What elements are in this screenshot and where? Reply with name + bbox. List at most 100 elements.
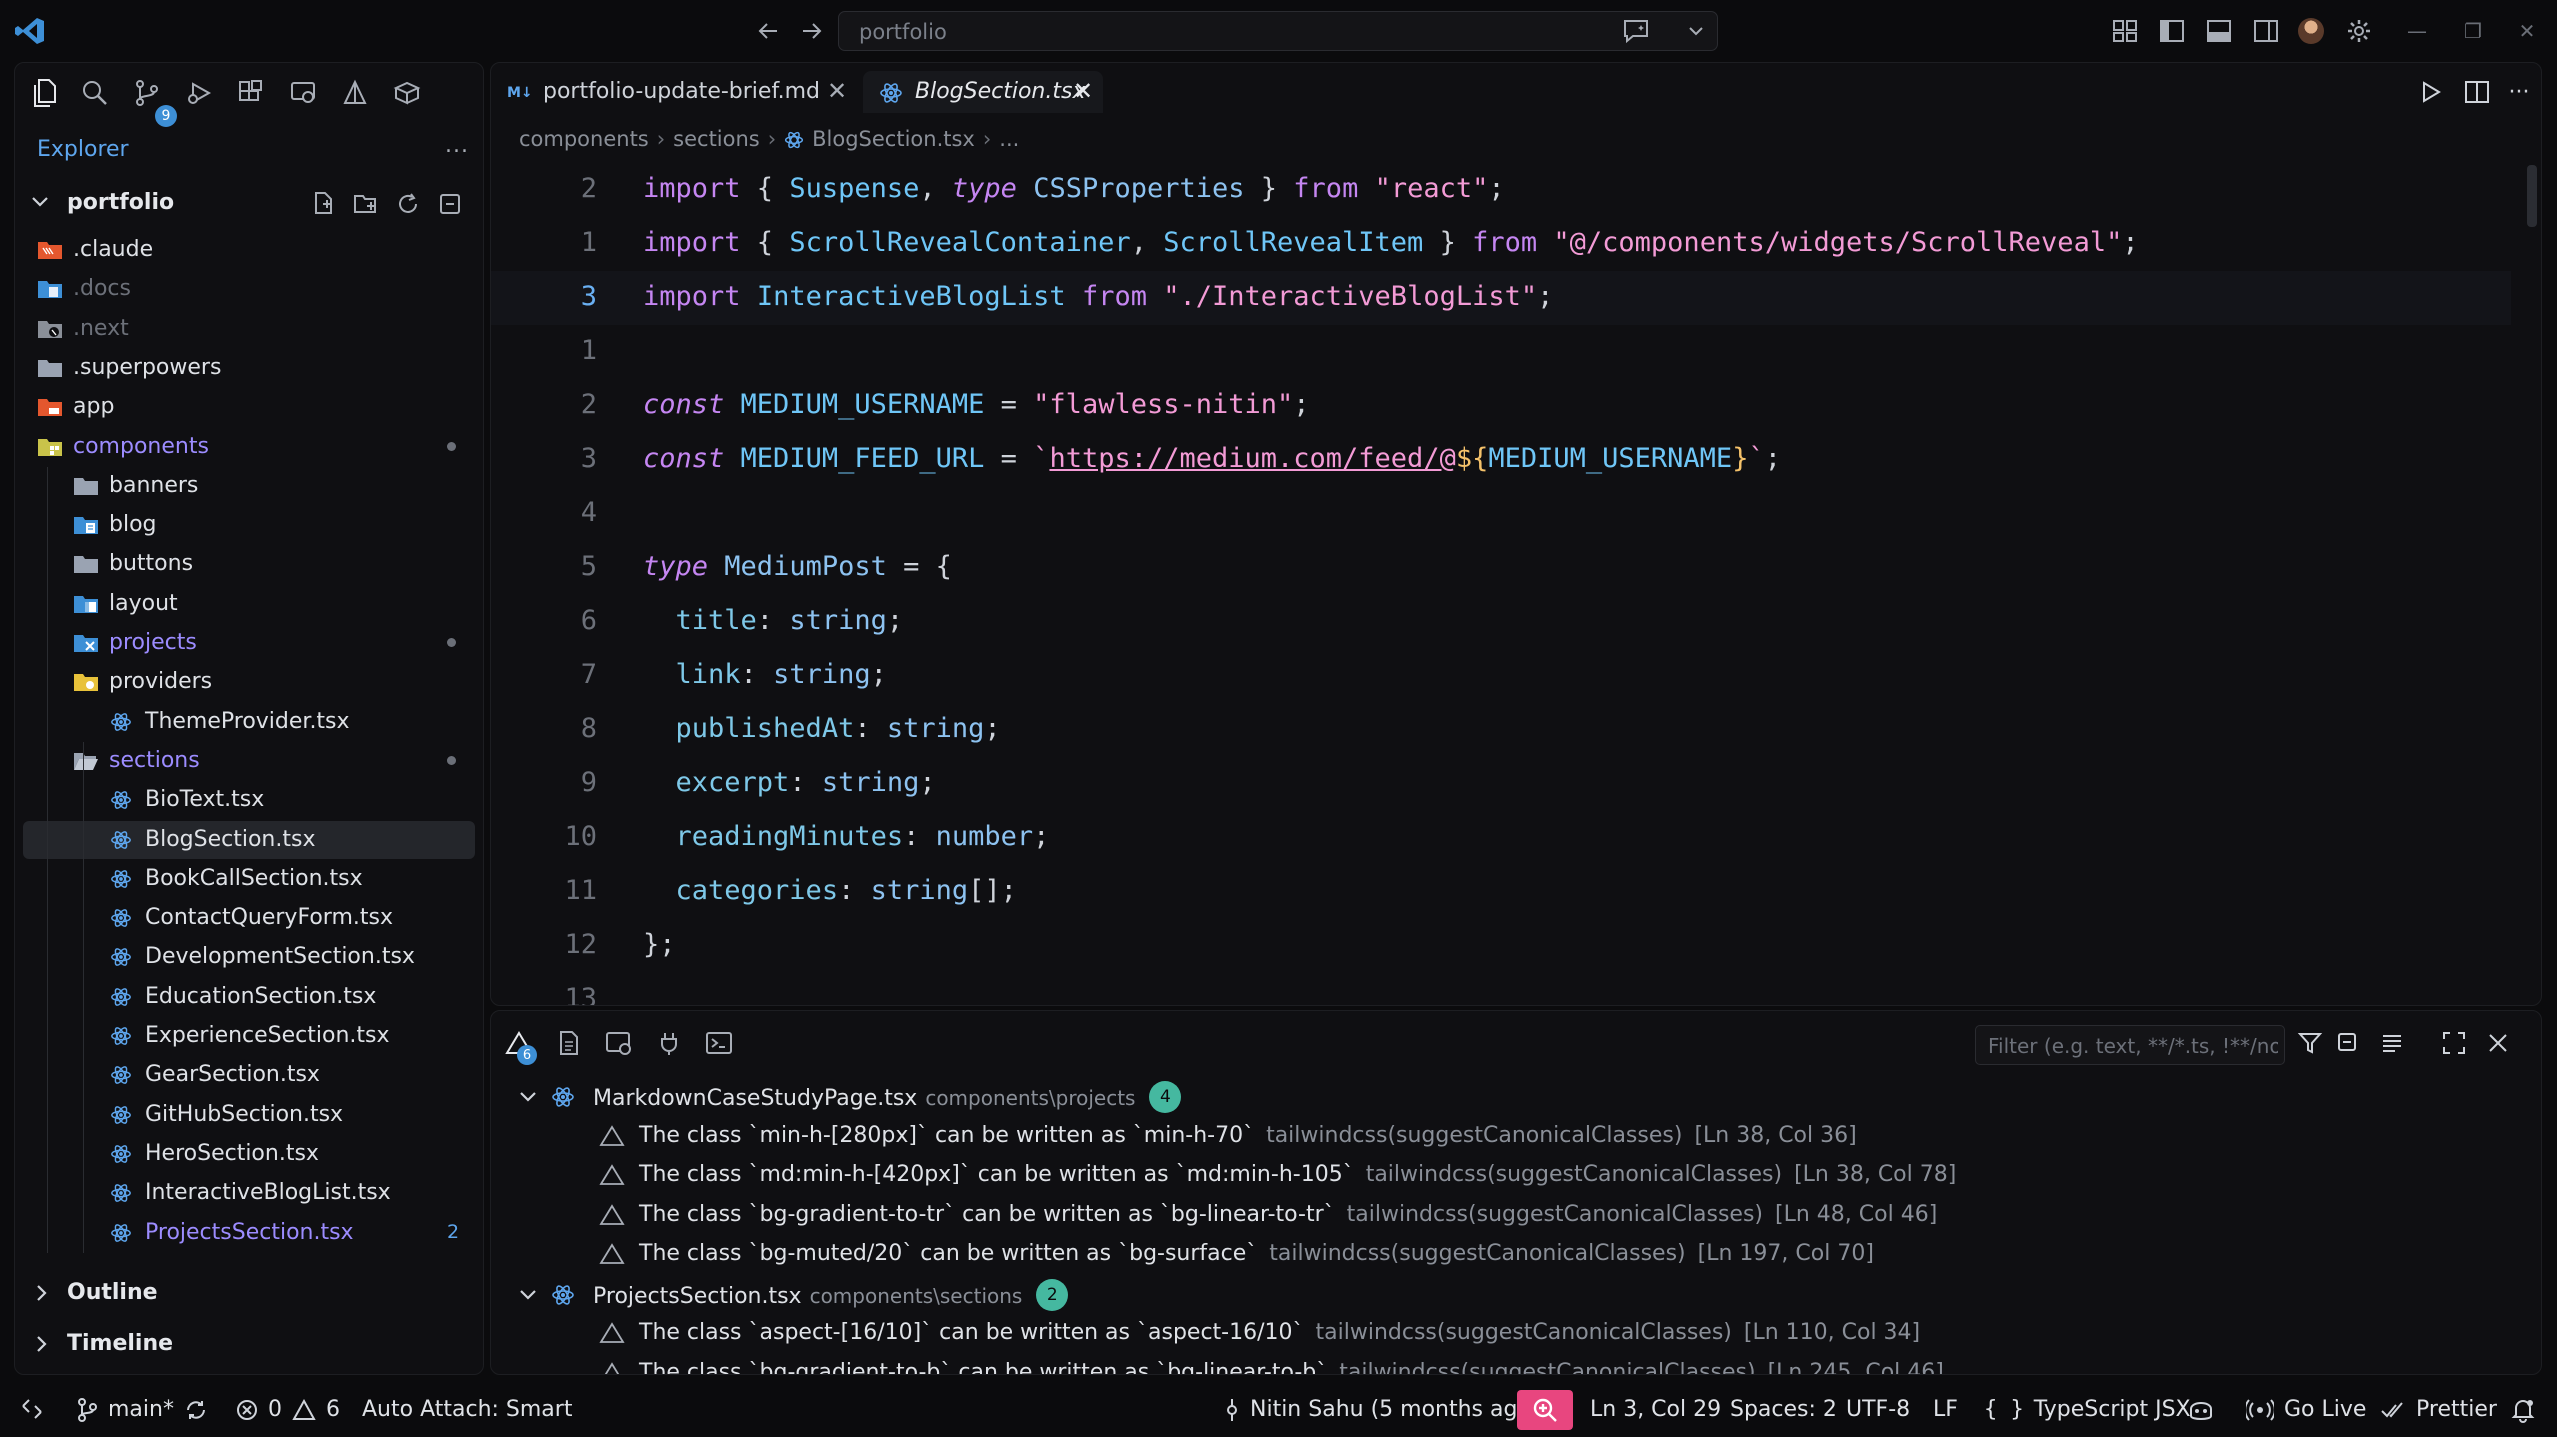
tree-item[interactable]: HeroSection.tsx	[23, 1135, 475, 1173]
cursor-position-status[interactable]: Ln 3, Col 29	[1590, 1397, 1721, 1422]
tree-item[interactable]: sections	[23, 742, 475, 780]
run-file-icon[interactable]	[2415, 77, 2447, 107]
problem-item[interactable]: The class `bg-gradient-to-b` can be writ…	[491, 1354, 2531, 1374]
tree-item[interactable]: .next	[23, 310, 475, 348]
new-folder-icon[interactable]	[351, 189, 381, 219]
collapse-all-icon[interactable]	[435, 189, 465, 219]
restore-button[interactable]: ❐	[2456, 16, 2490, 46]
branch-status[interactable]: main*	[76, 1397, 208, 1422]
tree-item[interactable]: projects	[23, 624, 475, 662]
workspace-root-folder[interactable]: portfolio	[23, 185, 473, 221]
tree-item[interactable]: ProjectsSection.tsx 2	[23, 1214, 475, 1252]
explorer-more-actions[interactable]: ...	[445, 133, 469, 158]
problem-file-group[interactable]: ProjectsSection.tsx components\sections 2	[491, 1275, 2531, 1313]
tree-item[interactable]: BioText.tsx	[23, 781, 475, 819]
outline-section-header[interactable]: Outline	[23, 1273, 475, 1313]
git-blame-status[interactable]: Nitin Sahu (5 months ago)	[1224, 1397, 1540, 1422]
eol-status[interactable]: LF	[1933, 1397, 1958, 1422]
refresh-icon[interactable]	[393, 189, 423, 219]
tree-item[interactable]: banners	[23, 467, 475, 505]
tree-item[interactable]: BookCallSection.tsx	[23, 860, 475, 898]
go-live-status[interactable]: Go Live	[2246, 1397, 2366, 1422]
explorer-files-icon[interactable]	[25, 73, 65, 113]
new-file-icon[interactable]	[309, 189, 339, 219]
auto-attach-status[interactable]: Auto Attach: Smart	[362, 1397, 572, 1422]
maximize-panel-icon[interactable]	[2437, 1025, 2471, 1061]
tree-item[interactable]: .claude	[23, 231, 475, 269]
problem-file-group[interactable]: MarkdownCaseStudyPage.tsx components\proj…	[491, 1077, 2531, 1115]
close-window-button[interactable]: ✕	[2510, 16, 2544, 46]
panel-resize-handle[interactable]: ···	[1503, 997, 1526, 1005]
docker-icon[interactable]	[387, 73, 427, 113]
tree-item[interactable]: blog	[23, 506, 475, 544]
tree-item[interactable]: buttons	[23, 545, 475, 583]
tree-item[interactable]: components	[23, 428, 475, 466]
collapse-all-icon[interactable]	[2331, 1025, 2365, 1061]
gear-icon[interactable]	[2344, 16, 2374, 46]
breadcrumb-item[interactable]: BlogSection.tsx	[812, 127, 975, 151]
language-mode-status[interactable]: { } TypeScript JSX	[1984, 1397, 2191, 1422]
tree-item[interactable]: ThemeProvider.tsx	[23, 703, 475, 741]
editor-scrollbar[interactable]	[2527, 165, 2537, 227]
toggle-primary-sidebar-icon[interactable]	[2157, 16, 2187, 46]
timeline-section-header[interactable]: Timeline	[23, 1324, 475, 1364]
account-avatar[interactable]	[2298, 18, 2324, 44]
problems-filter-input[interactable]	[1986, 1032, 2280, 1060]
toggle-panel-icon[interactable]	[2204, 16, 2234, 46]
close-tab-icon[interactable]: ✕	[827, 77, 847, 105]
extensions-icon[interactable]	[231, 73, 271, 113]
customize-layout-icon[interactable]	[2110, 16, 2140, 46]
filter-icon[interactable]	[2293, 1025, 2327, 1061]
tree-item[interactable]: .docs	[23, 270, 475, 308]
remote-explorer-icon[interactable]	[283, 73, 323, 113]
tree-item[interactable]: BlogSection.tsx	[23, 820, 475, 859]
breadcrumb-item[interactable]: ...	[999, 127, 1019, 151]
tree-item[interactable]: ContactQueryForm.tsx	[23, 899, 475, 937]
back-arrow-icon[interactable]	[752, 16, 784, 46]
deploy-triangle-icon[interactable]	[335, 73, 375, 113]
close-panel-icon[interactable]	[2481, 1025, 2515, 1061]
command-center-search[interactable]: portfolio	[838, 11, 1718, 51]
view-as-list-icon[interactable]	[2375, 1025, 2409, 1061]
tree-item[interactable]: ExperienceSection.tsx	[23, 1017, 475, 1055]
problem-item[interactable]: The class `min-h-[280px]` can be written…	[491, 1117, 2531, 1155]
search-icon[interactable]	[75, 73, 115, 113]
indentation-status[interactable]: Spaces: 2	[1730, 1397, 1837, 1422]
problem-item[interactable]: The class `aspect-[16/10]` can be writte…	[491, 1314, 2531, 1352]
tree-item[interactable]: GitHubSection.tsx	[23, 1096, 475, 1134]
close-tab-icon[interactable]: ✕	[1073, 77, 1093, 105]
ports-plug-icon[interactable]	[651, 1025, 687, 1061]
tree-item[interactable]: InteractiveBlogList.tsx	[23, 1174, 475, 1212]
zoom-search-icon[interactable]	[1517, 1390, 1573, 1430]
remote-indicator-icon[interactable]	[20, 1397, 44, 1421]
problems-status[interactable]: 0 6	[236, 1397, 340, 1422]
sync-icon[interactable]	[184, 1398, 208, 1422]
run-debug-icon[interactable]	[179, 73, 219, 113]
chevron-down-icon[interactable]	[1685, 17, 1707, 45]
notifications-bell-icon[interactable]	[2510, 1397, 2536, 1423]
toggle-secondary-sidebar-icon[interactable]	[2251, 16, 2281, 46]
tree-item[interactable]: DevelopmentSection.tsx	[23, 938, 475, 976]
problem-item[interactable]: The class `md:min-h-[420px]` can be writ…	[491, 1156, 2531, 1194]
breadcrumb-item[interactable]: components	[519, 127, 649, 151]
tree-item[interactable]: EducationSection.tsx	[23, 978, 475, 1016]
debug-console-icon[interactable]	[601, 1025, 637, 1061]
tab-portfolio-update-brief[interactable]: M↓ portfolio-update-brief.md ✕	[491, 71, 857, 113]
tree-item[interactable]: layout	[23, 585, 475, 623]
split-editor-icon[interactable]	[2461, 77, 2493, 107]
encoding-status[interactable]: UTF-8	[1846, 1397, 1910, 1422]
more-actions-icon[interactable]: ···	[2503, 77, 2535, 107]
tree-item[interactable]: GearSection.tsx	[23, 1056, 475, 1094]
breadcrumb-item[interactable]: sections	[673, 127, 760, 151]
problem-item[interactable]: The class `bg-gradient-to-tr` can be wri…	[491, 1196, 2531, 1234]
tree-item[interactable]: providers	[23, 663, 475, 701]
problem-item[interactable]: The class `bg-muted/20` can be written a…	[491, 1235, 2531, 1273]
tab-blogsection[interactable]: BlogSection.tsx ✕	[863, 71, 1103, 113]
prettier-status[interactable]: Prettier	[2380, 1397, 2497, 1422]
terminal-icon[interactable]	[701, 1025, 737, 1061]
copilot-chat-icon[interactable]	[1621, 17, 1651, 45]
output-icon[interactable]	[551, 1025, 587, 1061]
tree-item[interactable]: app	[23, 388, 475, 426]
forward-arrow-icon[interactable]	[796, 16, 828, 46]
copilot-icon[interactable]	[2186, 1397, 2216, 1423]
